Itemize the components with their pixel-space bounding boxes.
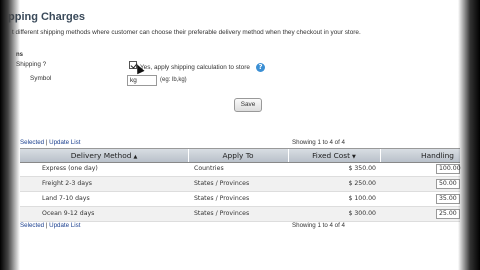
table-row[interactable]: Express (one day) Countries $ 350.00 100… — [20, 162, 461, 177]
cell-apply-to: States / Provinces — [194, 195, 250, 202]
cell-method[interactable]: Ocean 9-12 days — [42, 207, 94, 221]
left-edge-shadow — [0, 0, 20, 270]
handling-input[interactable]: 50.00 — [436, 179, 460, 189]
table-row[interactable]: Ocean 9-12 days States / Provinces $ 300… — [20, 207, 460, 222]
sort-arrow-icon: ▼ — [352, 154, 356, 160]
sort-arrow-icon: ▲ — [133, 154, 138, 160]
page-subtitle: t different shipping methods where custo… — [12, 29, 361, 36]
header-handling[interactable]: Handling — [380, 149, 460, 162]
header-delivery-method-label: Delivery Method — [70, 151, 132, 160]
enable-shipping-label: Shipping ? — [16, 61, 47, 68]
weight-symbol-hint: (eg: lb,kg) — [160, 77, 187, 83]
selected-link[interactable]: Selected — [20, 139, 44, 146]
header-apply-to[interactable]: Apply To — [188, 149, 289, 162]
shipping-charges-page: pping Charges t different shipping metho… — [0, 0, 480, 270]
cell-fixed-cost: $ 100.00 — [348, 195, 376, 202]
cell-apply-to: Countries — [194, 165, 224, 172]
handling-input[interactable]: 25.00 — [436, 209, 460, 219]
list-actions-top: Selected | Update List — [20, 139, 80, 146]
list-actions-bottom: Selected | Update List — [20, 222, 80, 229]
weight-symbol-input[interactable]: kg — [127, 75, 157, 86]
table-row[interactable]: Land 7-10 days States / Provinces $ 100.… — [20, 192, 460, 207]
update-list-link[interactable]: Update List — [49, 222, 80, 229]
header-fixed-cost-label: Fixed Cost — [312, 151, 351, 160]
table-header: Delivery Method ▲ Apply To Fixed Cost ▼ Ha… — [20, 148, 460, 163]
help-icon[interactable]: ? — [256, 63, 265, 72]
cell-method[interactable]: Land 7-10 days — [42, 192, 90, 206]
handling-input[interactable]: 35.00 — [436, 194, 460, 204]
cell-fixed-cost: $ 300.00 — [348, 210, 376, 217]
header-delivery-method[interactable]: Delivery Method ▲ — [20, 149, 189, 162]
enable-shipping-text: Yes, apply shipping calculation to store — [140, 64, 250, 71]
handling-input[interactable]: 100.00 — [436, 164, 461, 174]
showing-count-top: Showing 1 to 4 of 4 — [292, 139, 345, 146]
right-edge-shadow — [458, 0, 480, 270]
cell-method[interactable]: Express (one day) — [42, 162, 98, 176]
header-apply-to-label: Apply To — [222, 151, 254, 160]
cell-fixed-cost: $ 350.00 — [348, 165, 376, 172]
cell-apply-to: States / Provinces — [194, 210, 250, 217]
weight-symbol-label: Symbol — [30, 75, 52, 82]
header-fixed-cost[interactable]: Fixed Cost ▼ — [288, 149, 381, 162]
showing-count-bottom: Showing 1 to 4 of 4 — [292, 222, 345, 229]
save-button[interactable]: Save — [234, 98, 262, 112]
selected-link[interactable]: Selected — [20, 222, 44, 229]
update-list-link[interactable]: Update List — [49, 139, 80, 146]
cell-fixed-cost: $ 250.00 — [348, 180, 376, 187]
header-handling-label: Handling — [421, 151, 454, 160]
cell-method[interactable]: Freight 2-3 days — [42, 177, 92, 191]
cell-apply-to: States / Provinces — [194, 180, 250, 187]
table-row[interactable]: Freight 2-3 days States / Provinces $ 25… — [20, 177, 460, 192]
